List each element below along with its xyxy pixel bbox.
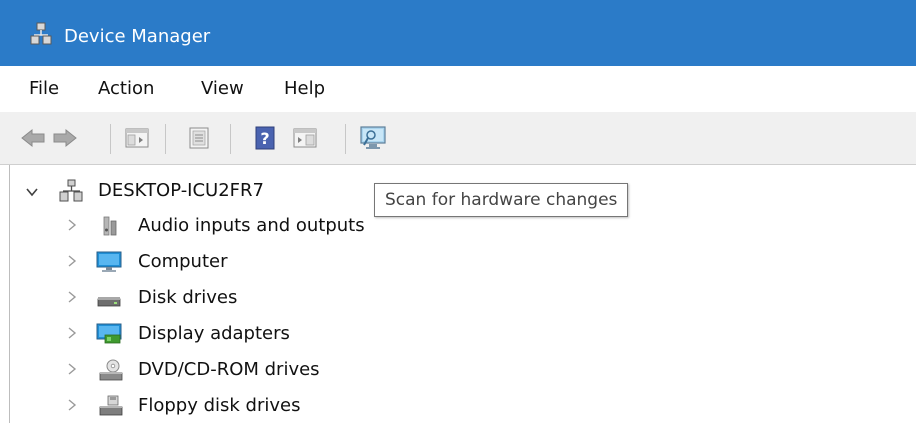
arrow-right-icon bbox=[53, 128, 77, 148]
action-pane-icon bbox=[293, 128, 317, 148]
help-button[interactable]: ? bbox=[251, 124, 279, 152]
properties-button[interactable] bbox=[185, 124, 213, 152]
monitor-icon bbox=[96, 251, 122, 272]
chevron-right-icon[interactable] bbox=[66, 363, 78, 375]
toolbar-separator bbox=[110, 124, 111, 154]
computer-network-icon bbox=[59, 179, 83, 202]
title-bar[interactable]: Device Manager bbox=[0, 0, 916, 66]
toolbar-separator bbox=[230, 124, 231, 154]
chevron-down-icon[interactable] bbox=[26, 186, 38, 198]
window-title: Device Manager bbox=[64, 26, 211, 47]
tree-item-floppy-drives[interactable]: Floppy disk drives bbox=[22, 389, 362, 423]
tree-item-label: Computer bbox=[138, 251, 228, 272]
chevron-right-icon[interactable] bbox=[66, 327, 78, 339]
tree-root-label: DESKTOP-ICU2FR7 bbox=[98, 180, 264, 201]
tree-item-disk-drives[interactable]: Disk drives bbox=[22, 281, 322, 315]
toolbar-separator bbox=[165, 124, 166, 154]
device-manager-icon bbox=[30, 22, 52, 45]
properties-icon bbox=[189, 127, 209, 149]
arrow-left-icon bbox=[21, 128, 45, 148]
menu-file[interactable]: File bbox=[29, 78, 59, 100]
tree-item-label: Disk drives bbox=[138, 287, 238, 308]
tree-item-dvd-drives[interactable]: DVD/CD-ROM drives bbox=[22, 353, 362, 387]
tree-root[interactable]: DESKTOP-ICU2FR7 bbox=[22, 174, 382, 208]
monitor-scan-icon bbox=[360, 126, 386, 149]
tree-item-label: DVD/CD-ROM drives bbox=[138, 359, 320, 380]
menu-help[interactable]: Help bbox=[284, 78, 325, 100]
chevron-right-icon[interactable] bbox=[66, 399, 78, 411]
display-adapter-icon bbox=[96, 323, 122, 344]
menu-view[interactable]: View bbox=[201, 78, 244, 100]
scan-hardware-button[interactable] bbox=[359, 124, 387, 152]
menu-action[interactable]: Action bbox=[98, 78, 154, 100]
chevron-right-icon[interactable] bbox=[66, 255, 78, 267]
tree-border bbox=[9, 165, 10, 423]
disk-drive-icon bbox=[97, 297, 121, 307]
svg-text:?: ? bbox=[260, 129, 269, 148]
tree-item-label: Audio inputs and outputs bbox=[138, 215, 365, 236]
help-icon: ? bbox=[255, 126, 275, 150]
scan-hardware-tooltip: Scan for hardware changes bbox=[374, 183, 629, 217]
toolbar-separator bbox=[345, 124, 346, 154]
tree-item-display-adapters[interactable]: Display adapters bbox=[22, 317, 352, 351]
menu-bar: File Action View Help bbox=[0, 66, 916, 113]
dvd-drive-icon bbox=[99, 359, 123, 381]
chevron-right-icon[interactable] bbox=[66, 219, 78, 231]
toolbar: ? bbox=[0, 112, 916, 165]
tree-item-label: Floppy disk drives bbox=[138, 395, 301, 416]
tree-item-label: Display adapters bbox=[138, 323, 290, 344]
forward-button[interactable] bbox=[51, 124, 79, 152]
floppy-drive-icon bbox=[99, 395, 123, 416]
console-tree-icon bbox=[125, 128, 149, 148]
show-hide-console-tree-button[interactable] bbox=[123, 124, 151, 152]
speaker-icon bbox=[103, 216, 117, 236]
show-action-pane-button[interactable] bbox=[291, 124, 319, 152]
tree-item-computer[interactable]: Computer bbox=[22, 245, 322, 279]
chevron-right-icon[interactable] bbox=[66, 291, 78, 303]
back-button[interactable] bbox=[19, 124, 47, 152]
